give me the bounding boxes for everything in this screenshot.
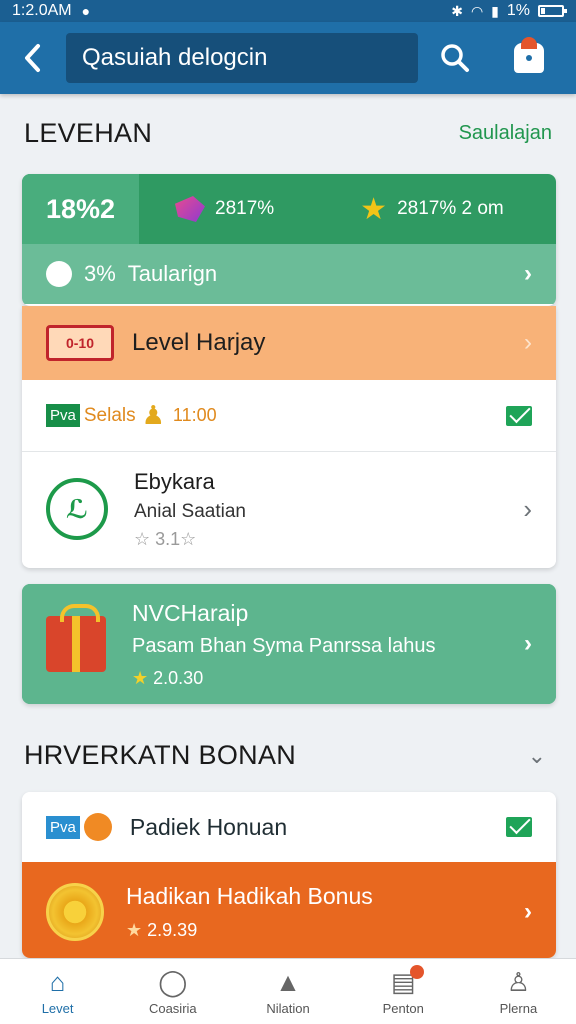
battery-percent: 1% <box>506 2 530 19</box>
bonus-promo-title: Hadikan Hadikah Bonus <box>126 883 373 909</box>
app-logo-icon: ℒ <box>46 478 108 540</box>
bottom-nav: ⌂ Levet ◯ Coasiria ▲ Nilation ▤ Penton ♙… <box>0 958 576 1024</box>
home-icon: ⌂ <box>49 966 66 997</box>
app-name: Ebykara <box>134 468 215 494</box>
status-bar: 1:2.0AM ● ✱ ◠ ▮ 1% <box>0 0 576 22</box>
stat-big: 18%2 <box>22 174 139 244</box>
stat-star: ★ 2817% 2 om <box>360 192 504 227</box>
chevron-right-icon: › <box>524 630 532 657</box>
nav-item-plerna[interactable]: ♙ Plerna <box>461 959 576 1024</box>
nav-item-nilation[interactable]: ▲ Nilation <box>230 959 345 1024</box>
section-link[interactable]: Saulalajan <box>459 122 552 145</box>
search-input[interactable]: Qasuiah delogcin <box>66 33 418 83</box>
battery-icon <box>538 5 567 17</box>
app-rating: ☆ 3.1☆ <box>134 528 197 549</box>
clock-icon <box>46 261 72 287</box>
bonus-card: Pva Padiek Honuan Hadikan Hadikah Bonus … <box>22 792 556 958</box>
chevron-right-icon: › <box>524 898 532 925</box>
assistant-button[interactable] <box>492 22 566 94</box>
bell-icon: ♟ <box>141 400 165 430</box>
nav-label: Coasiria <box>148 1001 197 1016</box>
nav-label: Penton <box>382 1001 424 1016</box>
wifi-icon: ◠ <box>470 2 484 19</box>
app-bar: Qasuiah delogcin <box>0 22 576 94</box>
star-icon: ★ <box>360 192 388 226</box>
mail-icon <box>506 405 532 426</box>
back-button[interactable] <box>0 22 66 94</box>
section-title: HRVERKATN BONAN <box>24 740 297 770</box>
notification-icon: ● <box>81 3 91 19</box>
chevron-right-icon: › <box>523 493 532 524</box>
section-title: LEVEHAN <box>24 118 153 148</box>
stats-card: 18%2 2817% ★ 2817% 2 om 3% Taularign › <box>22 174 556 306</box>
gem-value: 2817% <box>215 198 275 219</box>
stat-gem: 2817% <box>175 196 274 222</box>
chevron-right-icon: › <box>524 329 532 356</box>
level-badge-icon: 0-10 <box>46 325 114 361</box>
star-icon: ★ <box>126 920 143 940</box>
signal-icon: ▮ <box>491 2 499 19</box>
search-button[interactable] <box>418 22 492 94</box>
tag-row[interactable]: Pva Selals ♟ 11:00 <box>22 380 556 452</box>
gem-icon <box>175 196 205 222</box>
nav-item-levet[interactable]: ⌂ Levet <box>0 959 115 1024</box>
bonus-row[interactable]: Pva Padiek Honuan <box>22 792 556 862</box>
section-header-levehan: LEVEHAN Saulalajan <box>24 118 552 149</box>
taul-percent: 3% <box>84 261 116 286</box>
coin-icon <box>46 883 104 941</box>
taularign-row[interactable]: 3% Taularign › <box>22 244 556 304</box>
nav-label: Nilation <box>266 1001 310 1016</box>
bonus-label: Padiek Honuan <box>129 813 288 840</box>
gift-icon <box>46 604 106 672</box>
status-time: 1:2.0AM <box>12 2 72 19</box>
notification-badge <box>409 965 424 979</box>
taul-label: Taularign <box>127 261 218 286</box>
promo-rating: ★ 2.0.30 <box>132 668 524 689</box>
bonus-badge-icon <box>83 813 112 841</box>
tag-badge: Pva <box>46 404 80 427</box>
nav-label: Levet <box>41 1001 74 1016</box>
chevron-right-icon: › <box>524 260 532 287</box>
promo-rating-value: 2.0.30 <box>153 667 204 688</box>
person-icon: ♙ <box>506 966 531 997</box>
robot-icon <box>514 37 544 73</box>
bonus-promo-rating-value: 2.9.39 <box>147 920 198 940</box>
promo-card[interactable]: NVCHaraip Pasam Bhan Syma Panrssa lahus … <box>22 584 556 704</box>
back-arrow-icon <box>25 44 40 72</box>
promo-title: NVCHaraip <box>132 599 249 626</box>
level-card: 0-10 Level Harjay › Pva Selals ♟ 11:00 ℒ… <box>22 306 556 568</box>
tag-text: Selals <box>83 404 136 426</box>
search-icon <box>441 44 469 72</box>
nav-item-coasiria[interactable]: ◯ Coasiria <box>115 959 230 1024</box>
level-row[interactable]: 0-10 Level Harjay › <box>22 306 556 380</box>
mail-icon <box>506 817 532 837</box>
graduation-cap-icon: ▲ <box>275 966 301 997</box>
stats-row: 18%2 2817% ★ 2817% 2 om <box>22 174 556 244</box>
level-label: Level Harjay <box>132 329 266 356</box>
nav-label: Plerna <box>499 1001 538 1016</box>
bluetooth-icon: ✱ <box>451 2 463 19</box>
tag-time: 11:00 <box>172 405 217 425</box>
promo-subtitle: Pasam Bhan Syma Panrssa lahus <box>132 634 436 657</box>
bonus-promo-rating: ★ 2.9.39 <box>126 920 524 941</box>
bonus-tag: Pva <box>46 815 80 839</box>
section-header-bonus[interactable]: HRVERKATN BONAN ⌄ <box>24 740 552 771</box>
nav-item-penton[interactable]: ▤ Penton <box>346 959 461 1024</box>
star-value: 2817% 2 om <box>397 198 504 219</box>
app-subtitle: Anial Saatian <box>134 500 246 522</box>
bonus-promo[interactable]: Hadikan Hadikah Bonus ★ 2.9.39 › <box>22 862 556 958</box>
star-icon: ★ <box>132 667 149 688</box>
chat-icon: ◯ <box>158 966 188 997</box>
app-list-item[interactable]: ℒ Ebykara Anial Saatian ☆ 3.1☆ › <box>22 452 556 566</box>
search-text: Qasuiah delogcin <box>82 44 268 71</box>
chevron-down-icon: ⌄ <box>527 742 546 768</box>
